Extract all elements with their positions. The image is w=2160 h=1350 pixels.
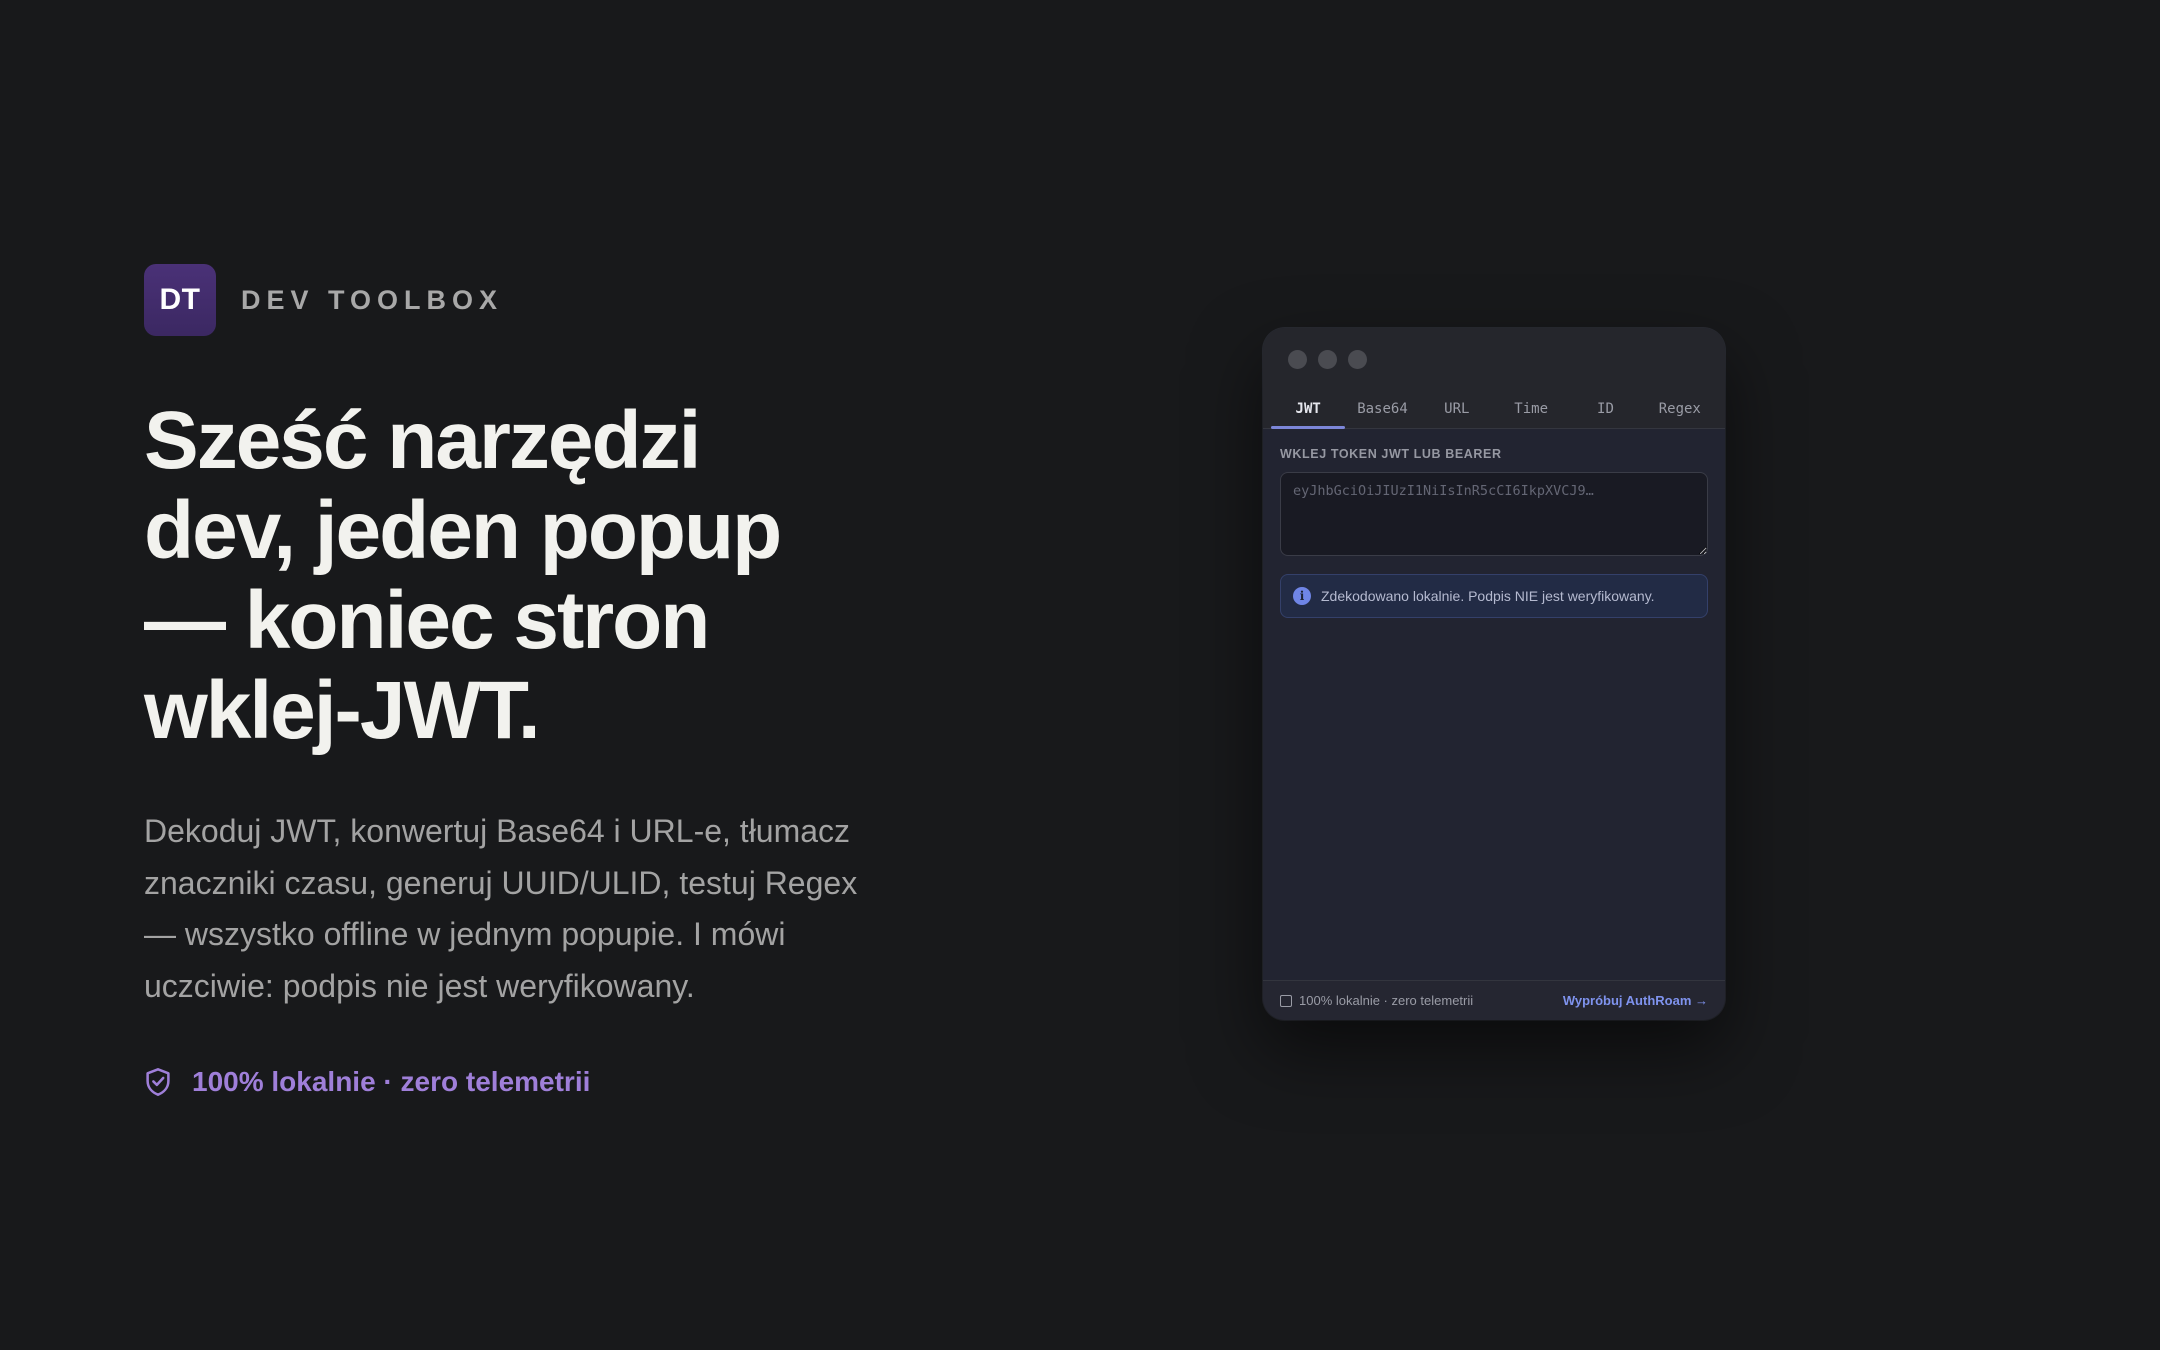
brand: DT DEV TOOLBOX	[144, 264, 924, 336]
tab-time[interactable]: Time	[1494, 390, 1568, 428]
tab-base64[interactable]: Base64	[1345, 390, 1419, 428]
headline-line: wklej-JWT.	[144, 665, 541, 756]
subcopy: Dekoduj JWT, konwertuj Base64 i URL-e, t…	[144, 806, 904, 1012]
brand-name: DEV TOOLBOX	[241, 284, 504, 315]
extension-popup: JWT Base64 URL Time ID Regex WKLEJ TOKEN…	[1263, 328, 1725, 1020]
window-titlebar	[1263, 328, 1725, 390]
privacy-checkbox[interactable]: 100% lokalnie · zero telemetrii	[1280, 993, 1473, 1008]
checkbox-label: 100% lokalnie · zero telemetrii	[1299, 993, 1474, 1008]
headline-line: dev, jeden popup	[144, 485, 782, 576]
tab-id[interactable]: ID	[1568, 390, 1642, 428]
subcopy-line: — wszystko offline w jednym popupie. I m…	[144, 916, 786, 952]
try-authroam-link[interactable]: Wypróbuj AuthRoam →	[1563, 993, 1708, 1008]
subcopy-line: uczciwie: podpis nie jest weryfikowany.	[144, 967, 695, 1004]
jwt-token-input[interactable]	[1280, 472, 1708, 556]
window-minimize-dot[interactable]	[1318, 349, 1337, 369]
tool-tabs: JWT Base64 URL Time ID Regex	[1263, 390, 1725, 429]
privacy-badge: 100% lokalnie · zero telemetrii	[144, 1066, 924, 1098]
token-field-label: WKLEJ TOKEN JWT LUB BEARER	[1280, 447, 1502, 461]
subcopy-line: Dekoduj JWT, konwertuj Base64 i URL-e, t…	[144, 813, 851, 849]
hero-section: DT DEV TOOLBOX Sześć narzędzi dev, jeden…	[144, 264, 924, 1098]
info-icon: i	[1293, 587, 1311, 605]
popup-footer: 100% lokalnie · zero telemetrii Wypróbuj…	[1263, 980, 1725, 1020]
headline-line: — koniec stron	[144, 575, 710, 666]
window-close-dot[interactable]	[1288, 349, 1307, 369]
tab-regex[interactable]: Regex	[1643, 390, 1717, 428]
tab-jwt[interactable]: JWT	[1271, 390, 1346, 429]
privacy-text: 100% lokalnie · zero telemetrii	[192, 1066, 591, 1097]
shield-check-icon	[144, 1067, 172, 1097]
brand-logo: DT	[144, 264, 216, 336]
landing-page: DT DEV TOOLBOX Sześć narzędzi dev, jeden…	[0, 0, 2160, 1350]
decode-notice: i Zdekodowano lokalnie. Podpis NIE jest …	[1280, 574, 1708, 618]
checkbox-box[interactable]	[1280, 994, 1292, 1007]
headline-line: Sześć narzędzi	[144, 395, 701, 486]
subcopy-line: znaczniki czasu, generuj UUID/ULID, test…	[144, 864, 858, 901]
tab-url[interactable]: URL	[1420, 390, 1494, 428]
popup-body: WKLEJ TOKEN JWT LUB BEARER i Zdekodowano…	[1263, 429, 1725, 618]
window-maximize-dot[interactable]	[1348, 349, 1367, 369]
notice-text: Zdekodowano lokalnie. Podpis NIE jest we…	[1321, 588, 1655, 604]
headline: Sześć narzędzi dev, jeden popup — koniec…	[144, 396, 844, 756]
